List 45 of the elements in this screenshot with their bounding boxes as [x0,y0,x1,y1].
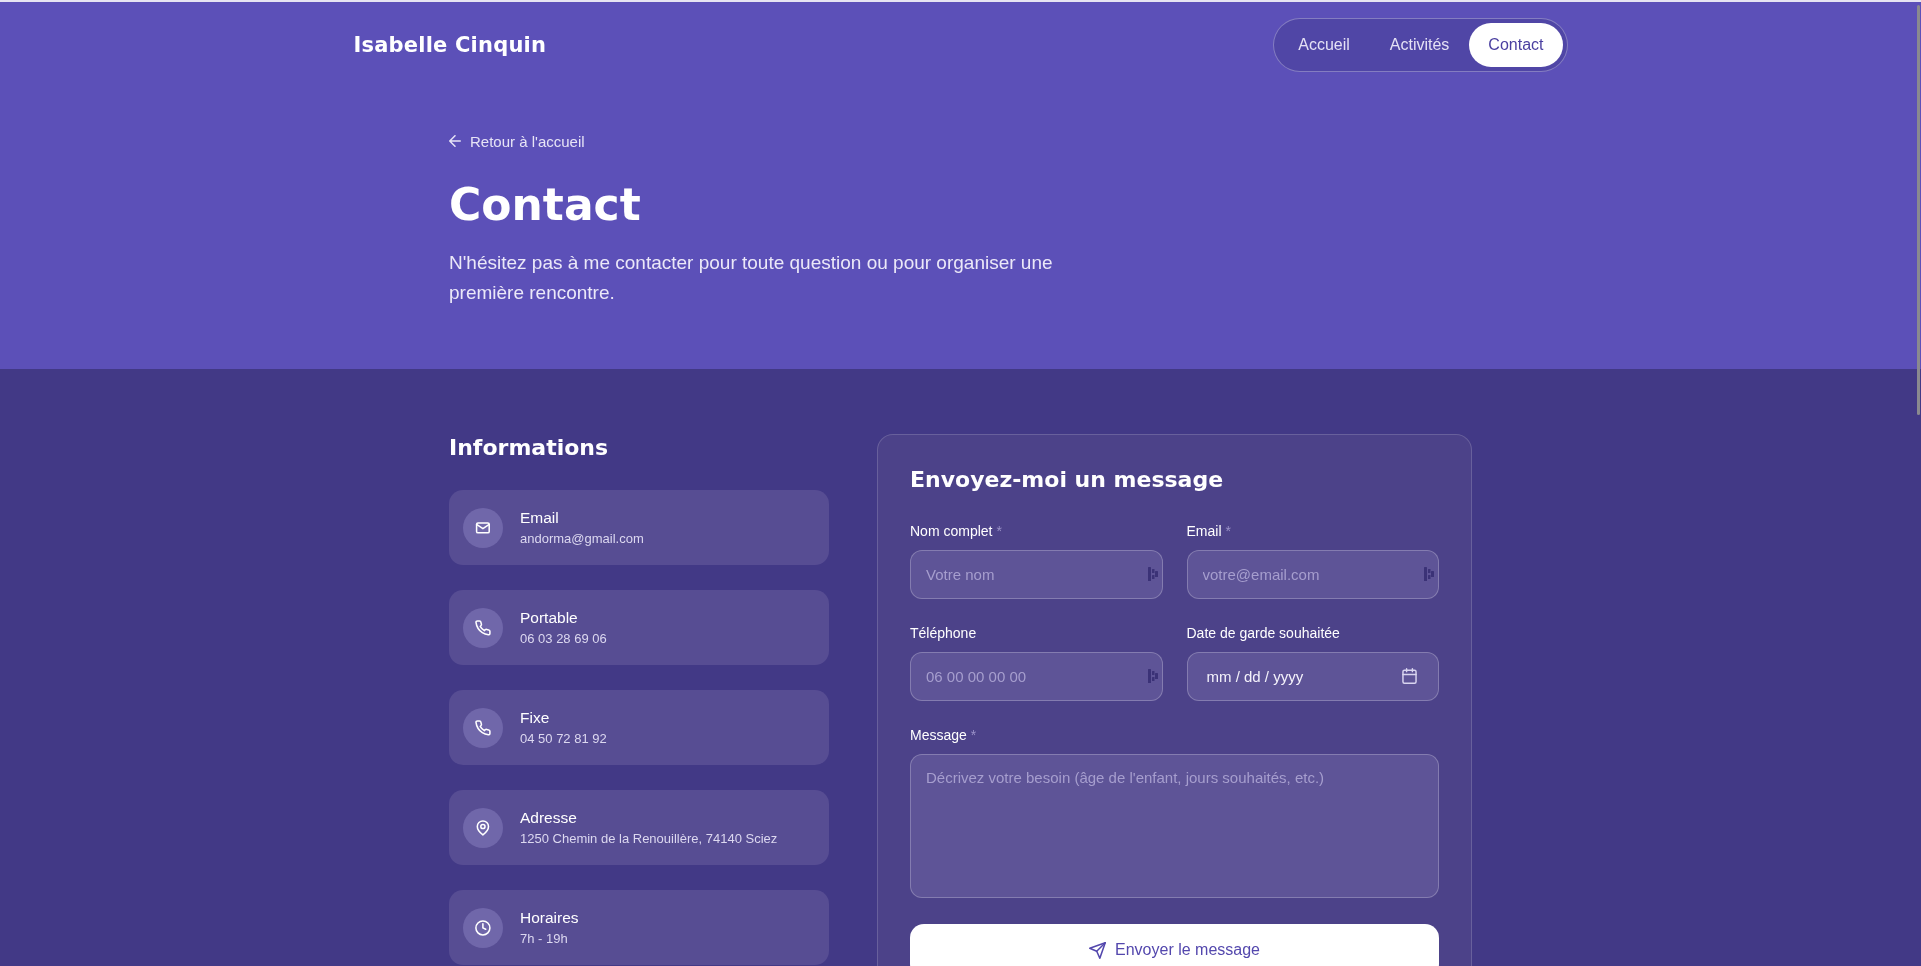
info-label: Portable [520,607,578,628]
page-title: Contact [449,179,641,231]
nav-link[interactable]: Contact [1469,23,1563,67]
required-mark: * [1225,523,1231,539]
info-label: Fixe [520,707,550,728]
field-label: Téléphone [910,625,977,641]
site-logo[interactable]: Isabelle Cinquin [353,33,547,57]
field-label: Email [1186,523,1222,539]
nav-link[interactable]: Accueil [1278,23,1370,67]
arrow-left-icon [449,135,461,147]
info-label: Email [520,507,559,528]
field-label: Date de garde souhaitée [1186,625,1340,641]
form-title: Envoyez-moi un message [910,466,1224,494]
page-subtitle: N'hésitez pas à me contacter pour toute question ou pour organiser une première rencontre. [449,251,1054,305]
section-title: Informations [449,434,609,462]
phone-field[interactable]: 06 00 00 00 00 [910,652,1163,701]
nav-link[interactable]: Activités [1369,23,1470,67]
calendar-icon[interactable] [1402,668,1417,684]
autofill-icon[interactable] [1424,567,1434,581]
paper-plane-icon [1089,941,1106,959]
info-label: Horaires [520,907,579,928]
message-field[interactable]: Décrivez votre besoin (âge de l'enfant, jours souhaités, etc.) [910,754,1439,898]
phone-icon [463,707,503,748]
info-value: 7h - 19h [520,929,568,948]
info-value: andorma@gmail.com [520,529,644,548]
map-pin-icon [463,807,503,848]
info-label: Adresse [520,807,577,828]
phone-icon [463,607,503,648]
autofill-icon[interactable] [1147,669,1158,683]
back-link[interactable]: Retour à l'accueil [449,131,585,151]
info-value: 04 50 72 81 92 [520,729,607,748]
info-value: 1250 Chemin de la Renouillère, 74140 Sciez [520,829,778,848]
info-value: 06 03 28 69 06 [520,629,607,648]
scrollbar-thumb[interactable] [1917,5,1920,415]
envelope-icon [463,507,503,548]
send-button[interactable]: Envoyer le message [910,924,1439,966]
autofill-icon[interactable] [1147,567,1158,581]
name-field[interactable]: Votre nom [910,550,1163,599]
field-label: Nom complet [910,523,993,539]
field-label: Message [910,727,967,743]
required-mark: * [996,523,1002,539]
date-field[interactable]: mm / dd / yyyy [1186,652,1439,701]
clock-icon [463,907,503,948]
required-mark: * [970,727,977,743]
email-field[interactable]: votre@email.com [1186,550,1439,599]
